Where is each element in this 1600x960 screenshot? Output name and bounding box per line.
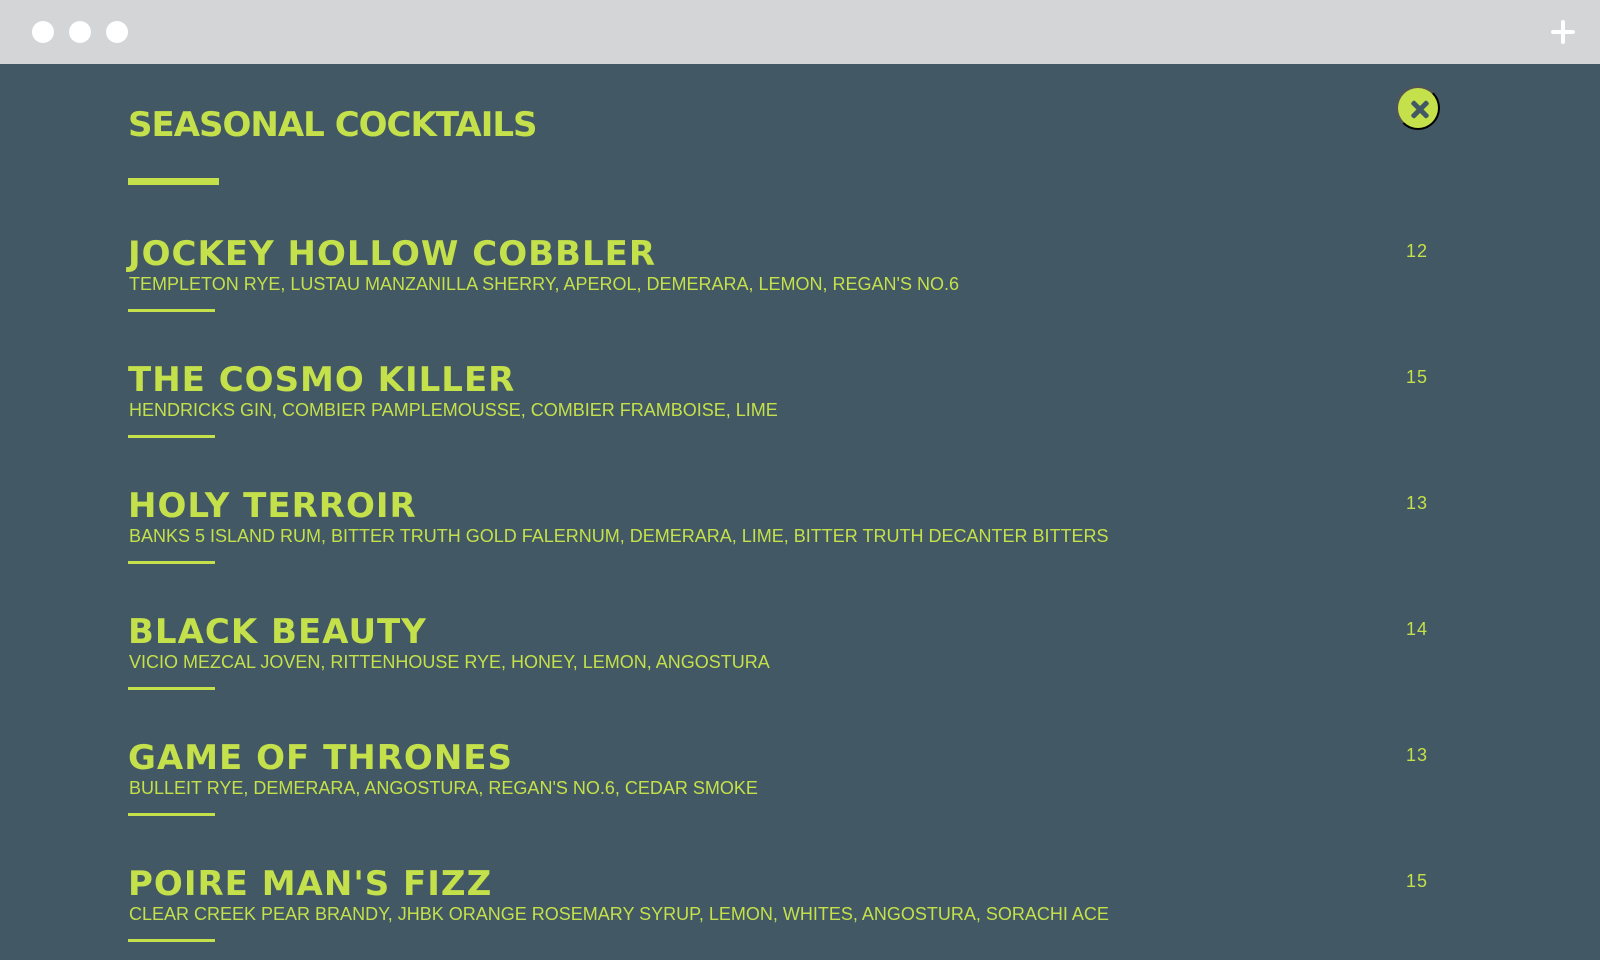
cocktail-name: POIRE MAN'S FIZZ — [128, 864, 493, 904]
cocktail-name: GAME OF THRONES — [128, 738, 513, 778]
page-title: SEASONAL COCKTAILS — [128, 105, 538, 145]
list-item: JOCKEY HOLLOW COBBLER TEMPLETON RYE, LUS… — [128, 236, 1448, 362]
cocktail-menu-page: SEASONAL COCKTAILS JOCKEY HOLLOW COBBLER… — [0, 64, 1600, 960]
list-item: HOLY TERROIR BANKS 5 ISLAND RUM, BITTER … — [128, 488, 1448, 614]
list-item: THE COSMO KILLER HENDRICKS GIN, COMBIER … — [128, 362, 1448, 488]
cocktail-ingredients: TEMPLETON RYE, LUSTAU MANZANILLA SHERRY,… — [129, 274, 959, 294]
window-control-dot[interactable] — [106, 21, 128, 43]
cocktail-price: 14 — [1405, 619, 1428, 639]
browser-window: SEASONAL COCKTAILS JOCKEY HOLLOW COBBLER… — [0, 0, 1600, 960]
cocktail-divider — [128, 309, 215, 312]
cocktail-price: 13 — [1405, 745, 1428, 765]
browser-toolbar — [0, 0, 1600, 64]
list-item: POIRE MAN'S FIZZ CLEAR CREEK PEAR BRANDY… — [128, 866, 1448, 960]
cocktail-divider — [128, 687, 215, 690]
list-item: GAME OF THRONES BULLEIT RYE, DEMERARA, A… — [128, 740, 1448, 866]
plus-icon[interactable] — [1548, 17, 1578, 47]
cocktail-divider — [128, 435, 215, 438]
title-underline — [128, 178, 219, 185]
cocktail-ingredients: BULLEIT RYE, DEMERARA, ANGOSTURA, REGAN'… — [129, 778, 758, 798]
cocktail-name: THE COSMO KILLER — [128, 360, 516, 400]
cocktail-name: HOLY TERROIR — [128, 486, 417, 526]
cocktail-list: JOCKEY HOLLOW COBBLER TEMPLETON RYE, LUS… — [128, 236, 1448, 960]
cocktail-name: JOCKEY HOLLOW COBBLER — [128, 234, 657, 274]
cocktail-price: 13 — [1405, 493, 1428, 513]
cocktail-price: 12 — [1405, 241, 1428, 261]
window-control-dot[interactable] — [32, 21, 54, 43]
cocktail-ingredients: HENDRICKS GIN, COMBIER PAMPLEMOUSSE, COM… — [129, 400, 778, 420]
cocktail-ingredients: BANKS 5 ISLAND RUM, BITTER TRUTH GOLD FA… — [129, 526, 1109, 546]
cocktail-ingredients: CLEAR CREEK PEAR BRANDY, JHBK ORANGE ROS… — [129, 904, 1109, 924]
cocktail-ingredients: VICIO MEZCAL JOVEN, RITTENHOUSE RYE, HON… — [129, 652, 770, 672]
cocktail-divider — [128, 561, 215, 564]
list-item: BLACK BEAUTY VICIO MEZCAL JOVEN, RITTENH… — [128, 614, 1448, 740]
cocktail-price: 15 — [1405, 871, 1428, 891]
close-button[interactable] — [1396, 86, 1440, 130]
cocktail-divider — [128, 813, 215, 816]
window-control-dot[interactable] — [69, 21, 91, 43]
cocktail-price: 15 — [1405, 367, 1428, 387]
cocktail-name: BLACK BEAUTY — [128, 612, 427, 652]
cocktail-divider — [128, 939, 215, 942]
